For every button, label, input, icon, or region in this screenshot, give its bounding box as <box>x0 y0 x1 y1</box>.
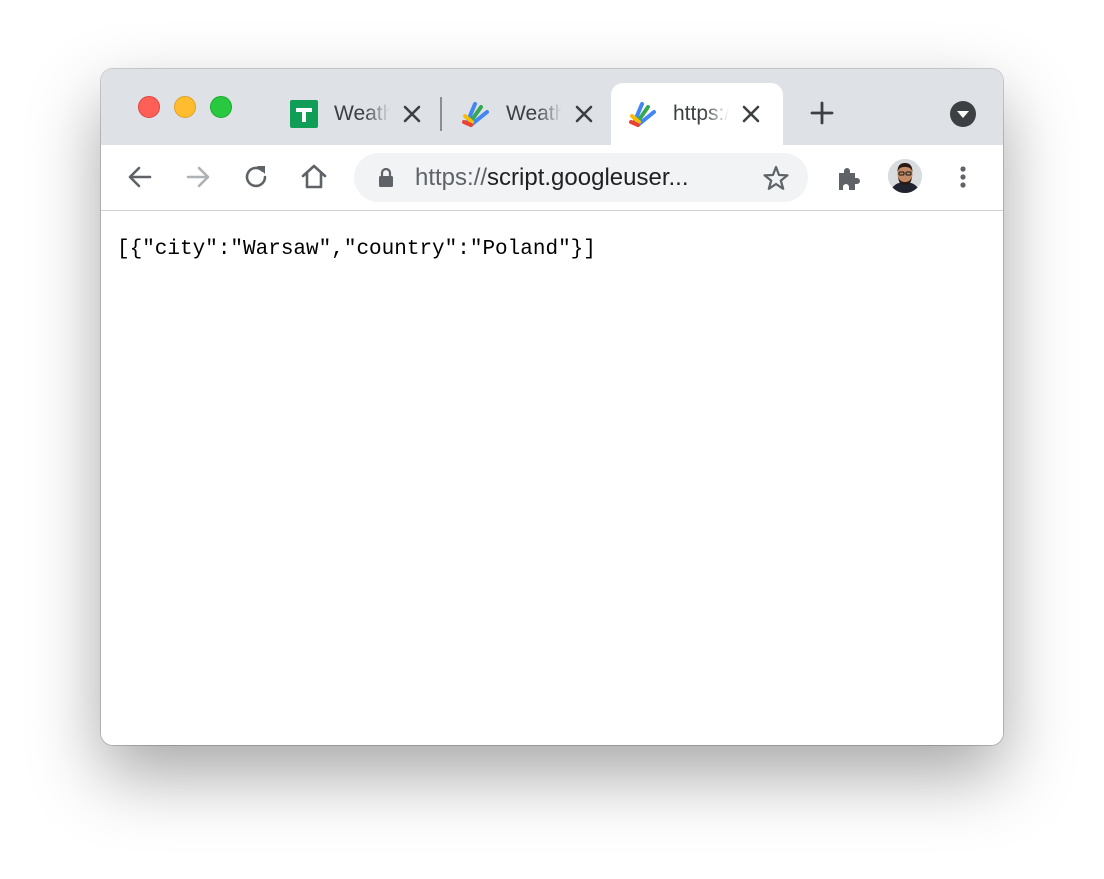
window-zoom-button[interactable] <box>210 96 232 118</box>
url-host: script.googleuser... <box>487 164 689 191</box>
tab-search-button[interactable] <box>950 101 976 127</box>
address-bar[interactable]: https://script.googleuser... <box>354 153 808 202</box>
reload-icon[interactable] <box>241 162 271 192</box>
lock-icon[interactable] <box>375 167 397 189</box>
google-sheets-icon <box>290 100 318 128</box>
page-content: [{"city":"Warsaw","country":"Poland"}] <box>101 211 1003 745</box>
tab-script-googleusercontent[interactable]: https://script.googleusercontent.com <box>611 83 783 145</box>
forward-icon[interactable] <box>183 162 213 192</box>
tab-weather-apps-script[interactable]: Weather <box>444 83 616 145</box>
close-icon[interactable] <box>573 103 595 125</box>
home-icon[interactable] <box>299 162 329 192</box>
close-icon[interactable] <box>740 103 762 125</box>
tab-title: Weather <box>506 102 562 125</box>
avatar[interactable] <box>888 159 922 193</box>
window-minimize-button[interactable] <box>174 96 196 118</box>
apps-script-icon <box>629 102 656 127</box>
tab-title: Weather <box>334 102 390 125</box>
json-response-text: [{"city":"Warsaw","country":"Poland"}] <box>117 238 596 261</box>
back-icon[interactable] <box>125 162 155 192</box>
chevron-down-icon <box>957 111 969 118</box>
apps-script-icon <box>462 102 489 127</box>
tab-weather-sheets[interactable]: Weather <box>272 83 444 145</box>
tab-strip: Weather Weather <box>101 69 1003 145</box>
star-icon[interactable] <box>762 164 790 192</box>
profile-picture <box>888 159 922 193</box>
browser-toolbar: https://script.googleuser... <box>101 145 1003 211</box>
url-text[interactable]: https://script.googleuser... <box>415 164 735 192</box>
url-scheme: https:// <box>415 164 488 191</box>
browser-window: Weather Weather <box>101 69 1003 745</box>
menu-icon[interactable] <box>951 163 975 191</box>
new-tab-plus-icon[interactable] <box>809 100 835 126</box>
tab-title: https://script.googleusercontent.com <box>673 102 729 125</box>
window-close-button[interactable] <box>138 96 160 118</box>
tab-separator <box>440 97 442 131</box>
extensions-icon[interactable] <box>833 164 863 194</box>
close-icon[interactable] <box>401 103 423 125</box>
